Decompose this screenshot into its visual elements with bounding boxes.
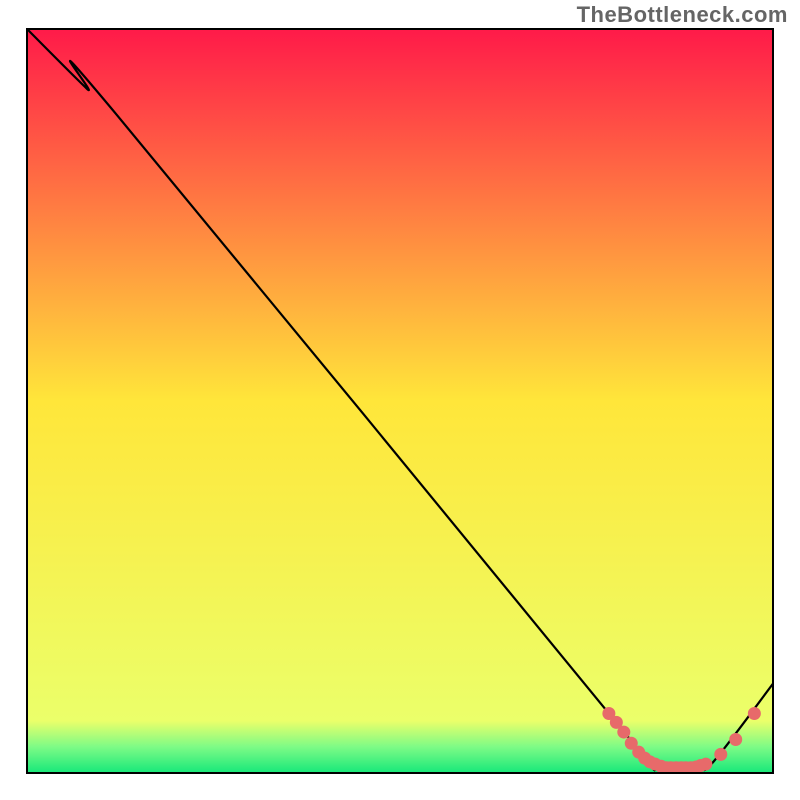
- chart-container: { "attribution": "TheBottleneck.com", "c…: [0, 0, 800, 800]
- marker-point: [729, 733, 742, 746]
- marker-point: [617, 726, 630, 739]
- marker-point: [714, 748, 727, 761]
- chart-svg: [0, 0, 800, 800]
- marker-point: [748, 707, 761, 720]
- marker-point: [699, 758, 712, 771]
